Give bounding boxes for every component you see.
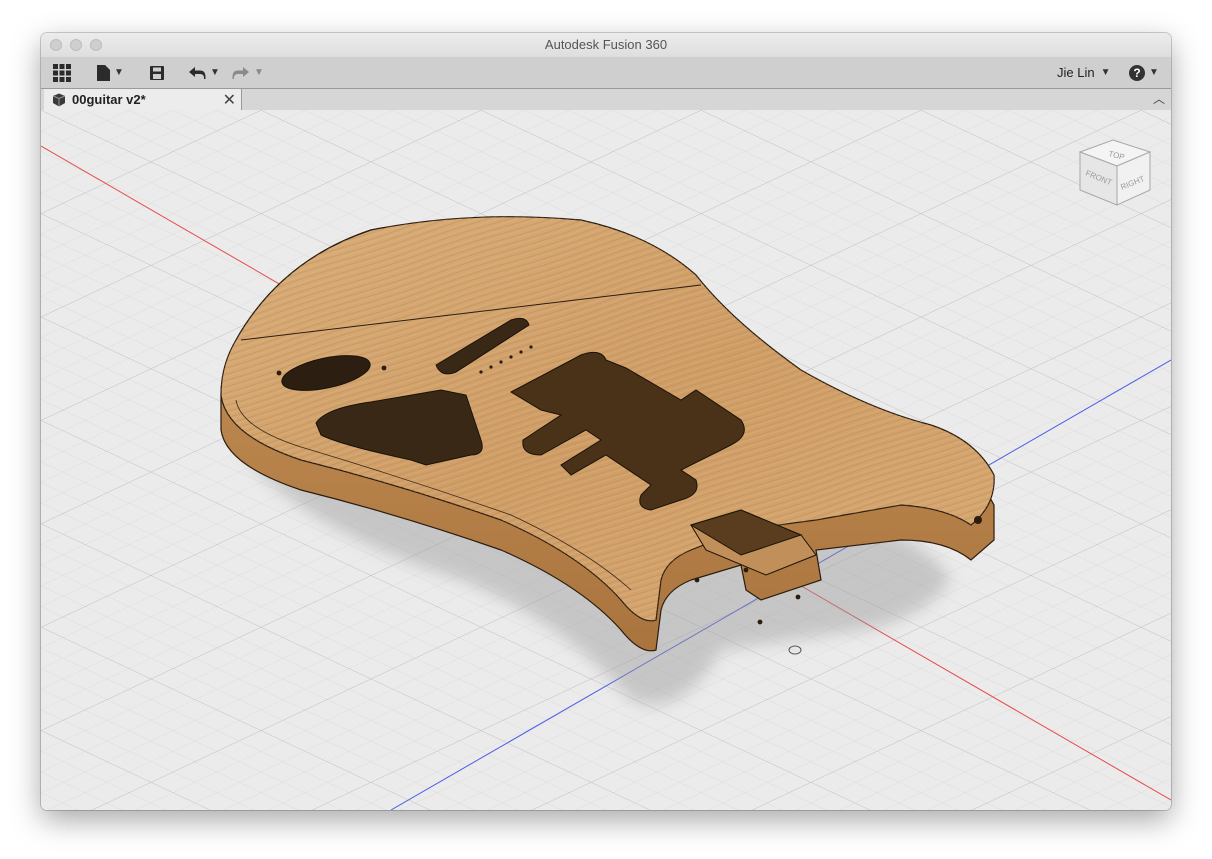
help-icon: ?	[1129, 64, 1145, 81]
chevron-down-icon: ▼	[1149, 67, 1159, 78]
user-menu[interactable]: Jie Lin ▼	[1057, 57, 1110, 88]
strap-button-hole	[974, 516, 982, 524]
file-menu-button[interactable]: ▼	[97, 57, 124, 88]
document-tab-bar: 00guitar v2* ✕ ︿	[41, 89, 1171, 111]
canvas-viewport[interactable]: TOP FRONT RIGHT	[41, 110, 1171, 810]
zoom-window-button[interactable]	[90, 39, 102, 51]
chevron-down-icon: ▼	[210, 67, 220, 78]
data-panel-button[interactable]	[53, 57, 71, 88]
redo-button[interactable]: ▼	[232, 57, 264, 88]
save-button[interactable]	[150, 57, 164, 88]
save-icon	[150, 65, 164, 80]
toolbar: ▼ ▼ ▼ Jie Lin ▼ ? ▼	[41, 57, 1171, 89]
undo-button[interactable]: ▼	[188, 57, 220, 88]
chevron-down-icon: ▼	[1100, 67, 1111, 78]
title-bar: Autodesk Fusion 360	[41, 33, 1171, 57]
close-window-button[interactable]	[50, 39, 62, 51]
grid-icon	[53, 63, 71, 82]
minimize-window-button[interactable]	[70, 39, 82, 51]
document-tab[interactable]: 00guitar v2* ✕	[44, 89, 242, 110]
redo-icon	[232, 66, 249, 79]
chevron-up-icon[interactable]: ︿	[1153, 90, 1165, 107]
chevron-down-icon: ▼	[114, 67, 124, 78]
component-icon	[52, 93, 66, 106]
close-tab-icon[interactable]: ✕	[223, 90, 236, 110]
window-title: Autodesk Fusion 360	[544, 37, 668, 52]
undo-icon	[189, 66, 206, 79]
chevron-down-icon: ▼	[254, 67, 264, 78]
help-button[interactable]: ? ▼	[1129, 57, 1159, 88]
app-window: Autodesk Fusion 360 ▼ ▼ ▼ Jie Lin ▼ ? ▼ …	[41, 33, 1171, 810]
user-name: Jie Lin	[1057, 65, 1095, 80]
file-icon	[97, 64, 110, 81]
document-tab-title: 00guitar v2*	[72, 92, 146, 107]
model-canvas[interactable]: TOP FRONT RIGHT	[41, 110, 1171, 810]
